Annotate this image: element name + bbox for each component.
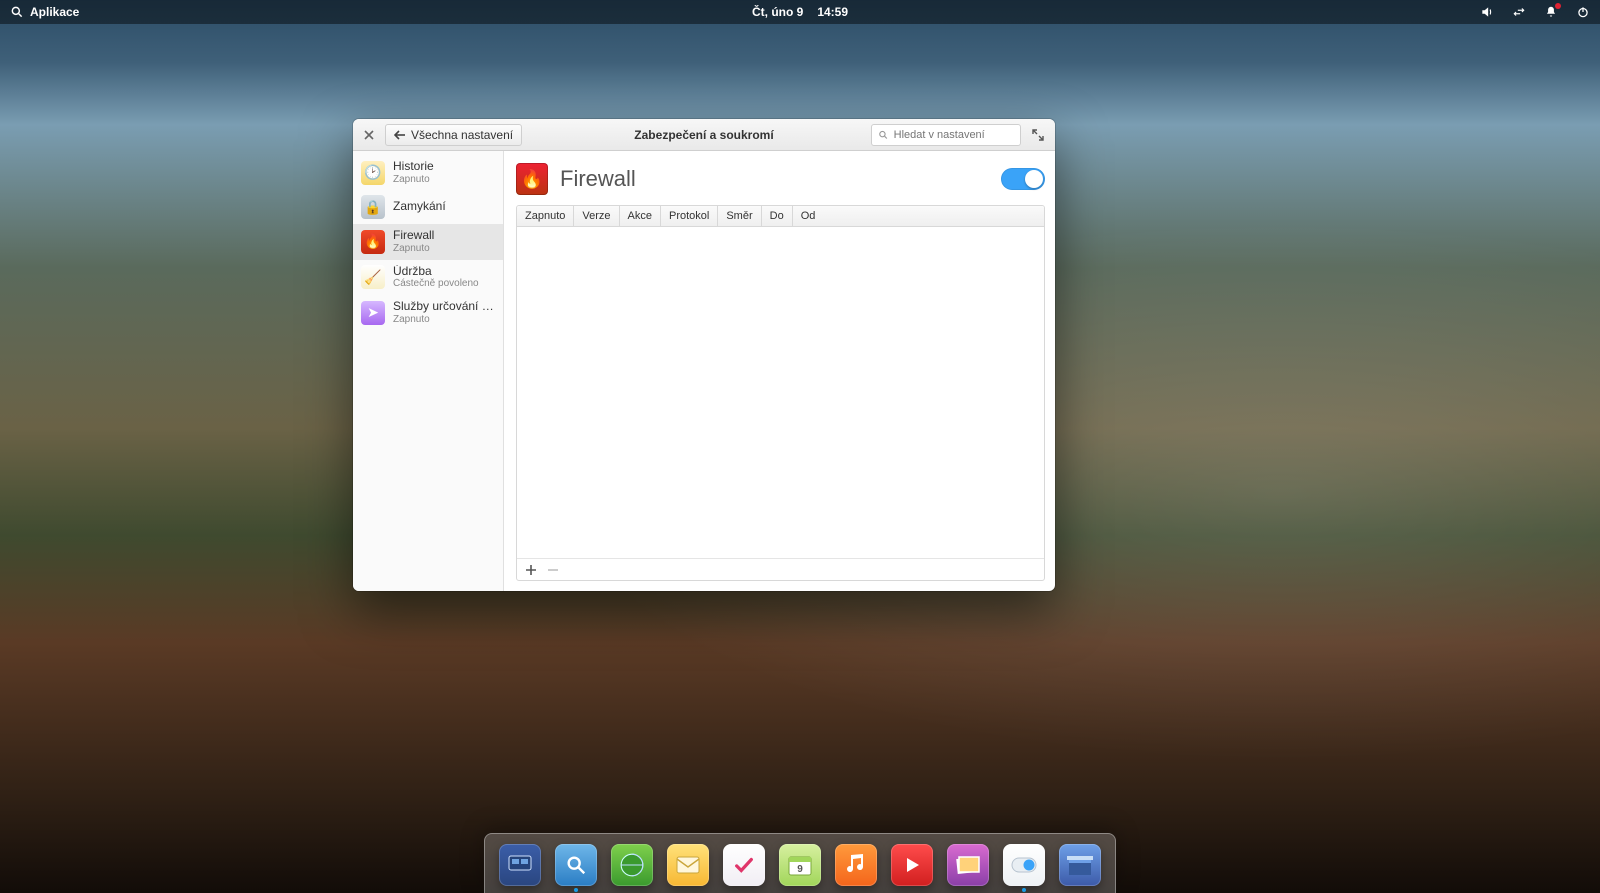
sidebar-item-label: Historie: [393, 160, 434, 174]
dock-app-settings[interactable]: [1003, 844, 1045, 886]
location-icon: ➤: [361, 301, 385, 325]
sidebar-item-history[interactable]: 🕑 Historie Zapnuto: [353, 155, 503, 190]
sidebar-item-sub: Zapnuto: [393, 174, 434, 186]
sidebar: 🕑 Historie Zapnuto 🔒 Zamykání 🔥: [353, 151, 504, 591]
desktop: Aplikace Čt, úno 9 14:59: [0, 0, 1600, 893]
dock-app-browser[interactable]: [611, 844, 653, 886]
col-from[interactable]: Od: [793, 206, 1044, 226]
col-enabled[interactable]: Zapnuto: [517, 206, 574, 226]
sidebar-item-label: Zamykání: [393, 200, 446, 214]
content-pane: 🔥 Firewall Zapnuto Verze Akce Protokol S…: [504, 151, 1055, 591]
table-body: [517, 227, 1044, 558]
col-direction[interactable]: Směr: [718, 206, 761, 226]
toggle-knob: [1025, 170, 1043, 188]
sidebar-item-location[interactable]: ➤ Služby určování po… Zapnuto: [353, 295, 503, 330]
table-header: Zapnuto Verze Akce Protokol Směr Do Od: [517, 206, 1044, 227]
sidebar-item-sub: Částečně povoleno: [393, 278, 479, 290]
dock-app-music[interactable]: [835, 844, 877, 886]
applications-menu[interactable]: Aplikace: [10, 5, 79, 19]
window-title: Zabezpečení a soukromí: [634, 128, 773, 142]
sidebar-item-sub: Zapnuto: [393, 243, 434, 255]
back-button[interactable]: Všechna nastavení: [385, 124, 522, 146]
add-rule-button[interactable]: [521, 561, 541, 579]
firewall-icon: 🔥: [516, 163, 548, 195]
dock-app-videos[interactable]: [891, 844, 933, 886]
dock-app-photos[interactable]: [947, 844, 989, 886]
sidebar-item-sub: Zapnuto: [393, 314, 495, 326]
applications-label: Aplikace: [30, 5, 79, 19]
sidebar-item-locking[interactable]: 🔒 Zamykání: [353, 190, 503, 224]
sound-icon[interactable]: [1480, 5, 1494, 19]
broom-icon: 🧹: [361, 265, 385, 289]
history-icon: 🕑: [361, 161, 385, 185]
col-to[interactable]: Do: [762, 206, 793, 226]
dock-app-mail[interactable]: [667, 844, 709, 886]
sidebar-item-label: Firewall: [393, 229, 434, 243]
sidebar-item-firewall[interactable]: 🔥 Firewall Zapnuto: [353, 224, 503, 259]
svg-text:9: 9: [797, 864, 803, 875]
table-toolbar: [517, 558, 1044, 580]
col-protocol[interactable]: Protokol: [661, 206, 718, 226]
panel-date[interactable]: Čt, úno 9: [752, 5, 803, 19]
power-icon[interactable]: [1576, 5, 1590, 19]
search-icon: [10, 5, 24, 19]
panel-time[interactable]: 14:59: [817, 5, 848, 19]
dock-app-appcenter[interactable]: [1059, 844, 1101, 886]
search-icon: [878, 129, 889, 141]
rules-table: Zapnuto Verze Akce Protokol Směr Do Od: [516, 205, 1045, 581]
content-heading: Firewall: [560, 166, 636, 192]
settings-window: Všechna nastavení Zabezpečení a soukromí…: [353, 119, 1055, 591]
network-icon[interactable]: [1512, 5, 1526, 19]
sidebar-item-housekeeping[interactable]: 🧹 Údržba Částečně povoleno: [353, 260, 503, 295]
search-field[interactable]: [871, 124, 1021, 146]
firewall-toggle[interactable]: [1001, 168, 1045, 190]
dock-app-files[interactable]: [555, 844, 597, 886]
sidebar-item-label: Služby určování po…: [393, 300, 495, 314]
dock-app-tasks[interactable]: [723, 844, 765, 886]
top-panel: Aplikace Čt, úno 9 14:59: [0, 0, 1600, 24]
search-input[interactable]: [894, 129, 1014, 141]
remove-rule-button[interactable]: [543, 561, 563, 579]
maximize-button[interactable]: [1027, 124, 1049, 146]
dock-app-calendar[interactable]: 9: [779, 844, 821, 886]
close-button[interactable]: [359, 125, 379, 145]
notifications-icon[interactable]: [1544, 5, 1558, 19]
dock-app-multitasking[interactable]: [499, 844, 541, 886]
back-button-label: Všechna nastavení: [411, 128, 513, 142]
col-action[interactable]: Akce: [620, 206, 661, 226]
col-version[interactable]: Verze: [574, 206, 619, 226]
titlebar[interactable]: Všechna nastavení Zabezpečení a soukromí: [353, 119, 1055, 151]
lock-icon: 🔒: [361, 195, 385, 219]
fire-icon: 🔥: [361, 230, 385, 254]
dock: 9: [484, 833, 1116, 893]
notification-badge: [1555, 3, 1561, 9]
sidebar-item-label: Údržba: [393, 265, 479, 279]
